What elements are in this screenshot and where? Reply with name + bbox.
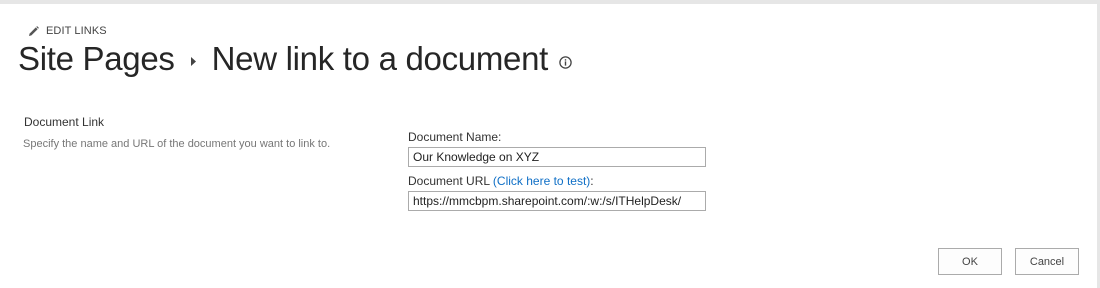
breadcrumb-arrow-icon [190,56,196,66]
page-title-text: New link to a document [211,40,549,77]
document-url-label-text: Document URL [408,174,493,188]
cancel-button[interactable]: Cancel [1015,248,1079,275]
test-url-link[interactable]: (Click here to test) [493,174,590,188]
pencil-icon [29,25,39,36]
document-name-input[interactable] [408,147,706,167]
page-title: Site Pages New link to a document [18,40,572,78]
top-border [0,0,1100,4]
breadcrumb-site-pages[interactable]: Site Pages [18,40,175,78]
document-url-label-colon: : [590,174,594,188]
document-url-input[interactable] [408,191,706,211]
document-url-label: Document URL (Click here to test): [408,174,594,188]
document-name-label: Document Name: [408,130,502,144]
ok-button[interactable]: OK [938,248,1002,275]
edit-links-label: EDIT LINKS [46,25,107,37]
info-icon[interactable] [559,55,572,69]
edit-links-button[interactable]: EDIT LINKS [28,25,107,37]
section-description: Specify the name and URL of the document… [23,138,331,150]
section-title: Document Link [24,115,105,129]
